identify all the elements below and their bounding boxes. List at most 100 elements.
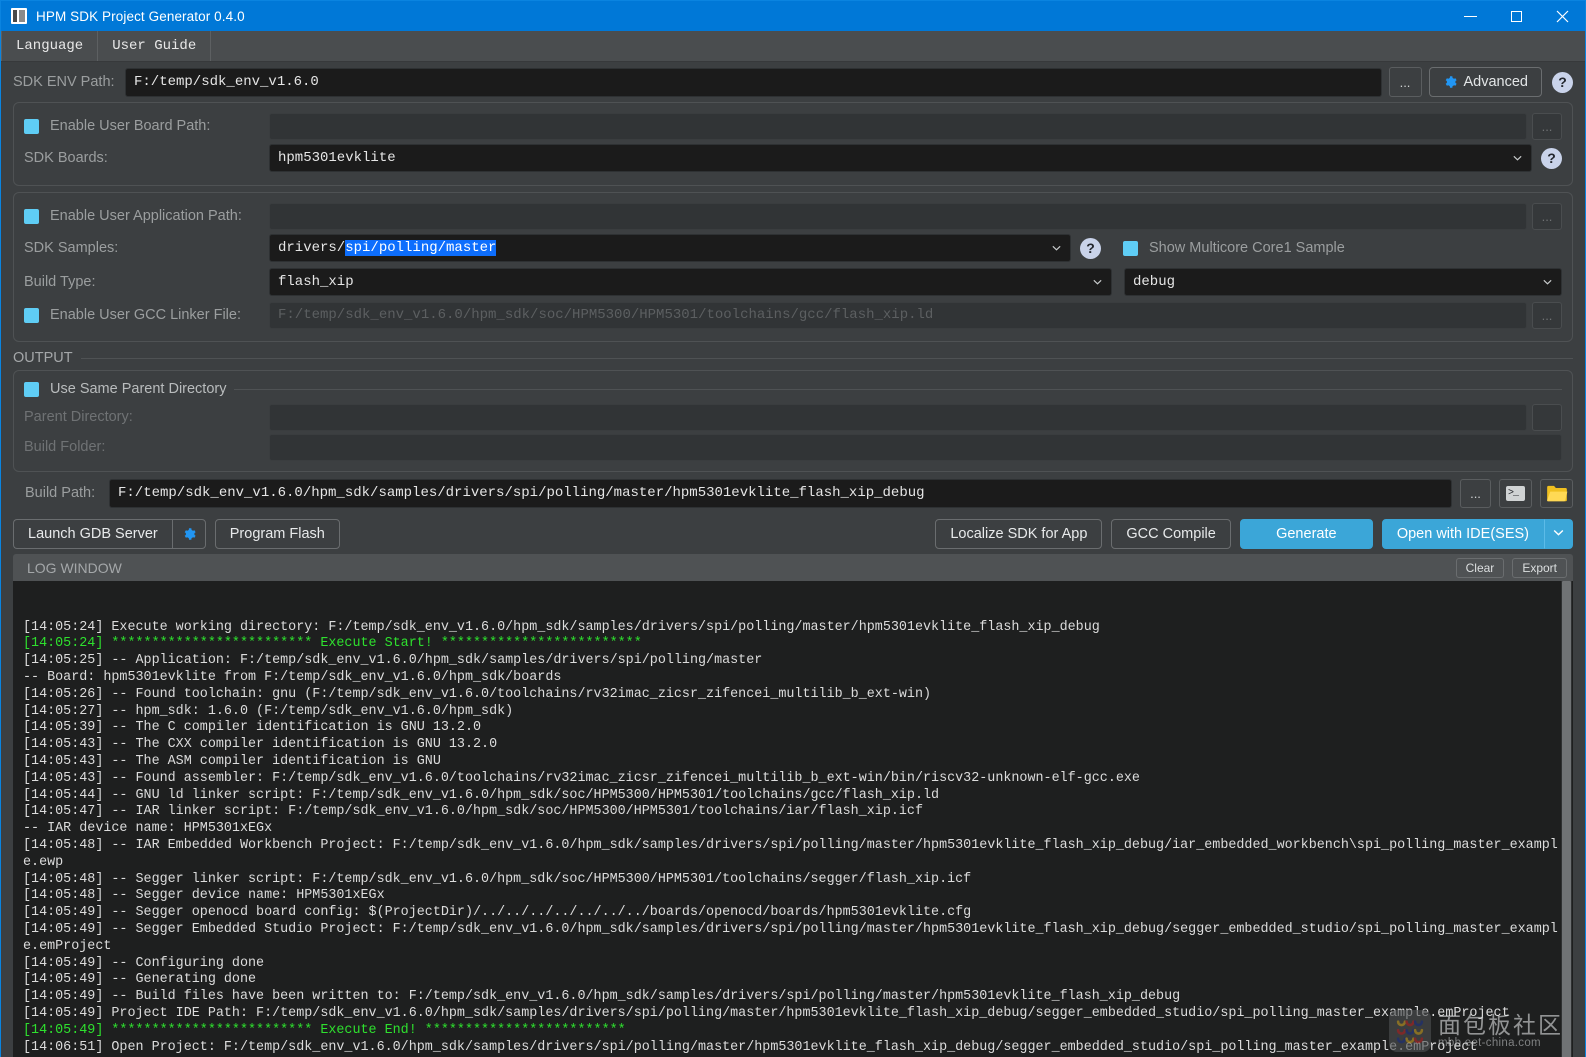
user-application-path-input[interactable] <box>269 202 1527 230</box>
sdk-samples-value-prefix: drivers/ <box>278 240 346 256</box>
build-path-terminal-button[interactable]: >_ <box>1499 478 1532 508</box>
sdk-samples-help-icon[interactable]: ? <box>1080 237 1101 259</box>
user-gcc-linker-file-browse-button[interactable]: ... <box>1532 301 1562 329</box>
close-button[interactable] <box>1539 1 1585 31</box>
enable-user-board-path-row: Enable User Board Path: ... <box>24 111 1562 141</box>
log-line: [14:05:49] -- Build files have been writ… <box>23 989 1181 1005</box>
use-same-parent-directory-divider <box>234 388 1562 390</box>
build-folder-row: Build Folder: <box>24 432 1562 462</box>
enable-user-application-path-checkbox[interactable] <box>24 208 39 224</box>
parent-directory-row: Parent Directory: <box>24 402 1562 432</box>
open-with-ide-button[interactable]: Open with IDE(SES) <box>1381 519 1544 549</box>
build-folder-input[interactable] <box>269 433 1562 461</box>
log-export-button[interactable]: Export <box>1512 557 1567 578</box>
gcc-compile-button[interactable]: GCC Compile <box>1111 519 1231 549</box>
output-section-header: OUTPUT <box>13 346 1573 370</box>
build-variant-select[interactable]: debug <box>1124 268 1562 296</box>
sdk-samples-label: SDK Samples: <box>24 240 119 256</box>
sdk-env-path-help-icon[interactable]: ? <box>1552 71 1573 93</box>
minimize-button[interactable] <box>1447 1 1493 31</box>
log-line: [14:05:48] -- IAR Embedded Workbench Pro… <box>23 837 1558 870</box>
advanced-button[interactable]: Advanced <box>1428 67 1542 97</box>
build-path-input[interactable]: F:/temp/sdk_env_v1.6.0/hpm_sdk/samples/d… <box>109 478 1452 508</box>
minimize-icon <box>1463 15 1477 17</box>
output-section-divider <box>80 357 1573 359</box>
enable-user-board-path-checkbox[interactable] <box>24 118 39 134</box>
log-scrollbar-thumb[interactable] <box>1562 581 1571 1057</box>
build-type-label: Build Type: <box>24 274 96 290</box>
enable-user-gcc-linker-file-row: Enable User GCC Linker File: F:/temp/sdk… <box>24 299 1562 331</box>
log-window-header: LOG WINDOW Clear Export <box>13 554 1573 581</box>
gdb-settings-button[interactable] <box>171 519 206 549</box>
log-line: [14:05:44] -- GNU ld linker script: F:/t… <box>23 787 940 803</box>
log-line: [14:05:24] ************************* Exe… <box>23 636 642 652</box>
open-with-ide-dropdown-button[interactable] <box>1544 519 1573 549</box>
log-line: [14:05:27] -- hpm_sdk: 1.6.0 (F:/temp/sd… <box>23 703 514 719</box>
enable-user-application-path-label: Enable User Application Path: <box>50 208 242 224</box>
program-flash-button[interactable]: Program Flash <box>214 519 340 549</box>
sdk-samples-row: SDK Samples: drivers/spi/polling/master … <box>24 231 1562 265</box>
build-type-select[interactable]: flash_xip <box>269 268 1112 296</box>
title-bar: HPM SDK Project Generator 0.4.0 <box>1 1 1585 31</box>
close-icon <box>1556 10 1569 23</box>
log-clear-button[interactable]: Clear <box>1455 557 1505 578</box>
log-line: -- IAR device name: HPM5301xEGx <box>23 821 273 837</box>
log-window-buttons: Clear Export <box>1455 557 1567 578</box>
log-line: [14:05:49] -- Generating done <box>23 972 257 988</box>
parent-directory-input[interactable] <box>269 403 1527 431</box>
log-line: -- Board: hpm5301evklite from F:/temp/sd… <box>23 669 562 685</box>
sdk-samples-select[interactable]: drivers/spi/polling/master <box>269 234 1071 262</box>
log-line: [14:06:51] Open Project: F:/temp/sdk_env… <box>23 1039 1478 1055</box>
gear-icon <box>1443 75 1457 89</box>
use-same-parent-directory-label: Use Same Parent Directory <box>50 381 227 397</box>
sdk-boards-help-icon[interactable]: ? <box>1541 147 1562 169</box>
sdk-env-path-browse-button[interactable]: ... <box>1388 67 1422 97</box>
use-same-parent-directory-checkbox[interactable] <box>24 381 39 397</box>
user-application-path-browse-button[interactable]: ... <box>1532 202 1562 230</box>
maximize-icon <box>1510 10 1522 22</box>
build-folder-label: Build Folder: <box>24 439 106 455</box>
folder-open-icon <box>1546 485 1568 502</box>
show-multicore-core1-sample-label: Show Multicore Core1 Sample <box>1149 240 1345 256</box>
enable-user-gcc-linker-file-checkbox[interactable] <box>24 307 39 323</box>
log-line: [14:05:49] Project IDE Path: F:/temp/sdk… <box>23 1005 1510 1021</box>
menu-item-user-guide[interactable]: User Guide <box>98 31 212 61</box>
parent-directory-browse-button[interactable] <box>1532 403 1562 431</box>
log-line: [14:05:25] -- Application: F:/temp/sdk_e… <box>23 653 763 669</box>
user-board-path-input[interactable] <box>269 112 1527 140</box>
sdk-env-path-row: SDK ENV Path: F:/temp/sdk_env_v1.6.0 ...… <box>9 62 1577 102</box>
output-section-label: OUTPUT <box>13 350 73 366</box>
parent-directory-label: Parent Directory: <box>24 409 133 425</box>
log-line: [14:05:39] -- The C compiler identificat… <box>23 720 482 736</box>
sdk-boards-label: SDK Boards: <box>24 150 108 166</box>
generate-button[interactable]: Generate <box>1239 519 1373 549</box>
build-path-browse-button[interactable]: ... <box>1460 478 1491 508</box>
log-output[interactable]: [14:05:24] Execute working directory: F:… <box>13 581 1573 1057</box>
menu-item-language[interactable]: Language <box>1 31 99 61</box>
menu-bar: Language User Guide <box>1 31 1585 62</box>
build-path-open-folder-button[interactable] <box>1540 478 1573 508</box>
user-board-path-browse-button[interactable]: ... <box>1532 112 1562 140</box>
chevron-down-icon <box>1092 277 1103 288</box>
chevron-down-icon <box>1051 243 1062 254</box>
show-multicore-core1-sample-checkbox[interactable] <box>1123 240 1138 256</box>
maximize-button[interactable] <box>1493 1 1539 31</box>
window-title: HPM SDK Project Generator 0.4.0 <box>36 8 245 24</box>
log-line: [14:05:24] Execute working directory: F:… <box>23 619 1100 635</box>
log-line: [14:05:48] -- Segger linker script: F:/t… <box>23 871 972 887</box>
build-path-row: Build Path: F:/temp/sdk_env_v1.6.0/hpm_s… <box>9 472 1577 514</box>
sdk-env-path-label: SDK ENV Path: <box>13 74 115 90</box>
localize-sdk-for-app-button[interactable]: Localize SDK for App <box>935 519 1103 549</box>
application-window: HPM SDK Project Generator 0.4.0 Language… <box>0 0 1586 1057</box>
user-gcc-linker-file-input[interactable]: F:/temp/sdk_env_v1.6.0/hpm_sdk/soc/HPM53… <box>269 301 1527 329</box>
log-scrollbar[interactable] <box>1561 581 1572 1057</box>
log-line: [14:05:43] -- The ASM compiler identific… <box>23 753 441 769</box>
sdk-env-path-input[interactable]: F:/temp/sdk_env_v1.6.0 <box>125 67 1382 97</box>
log-window: LOG WINDOW Clear Export [14:05:24] Execu… <box>13 554 1573 1057</box>
sdk-boards-select[interactable]: hpm5301evklite <box>269 144 1532 172</box>
use-same-parent-directory-row: Use Same Parent Directory <box>24 376 1562 402</box>
log-line: [14:05:49] -- Segger openocd board confi… <box>23 905 972 921</box>
log-line: [14:05:49] -- Configuring done <box>23 955 265 971</box>
log-line: [14:05:47] -- IAR linker script: F:/temp… <box>23 804 923 820</box>
launch-gdb-server-button[interactable]: Launch GDB Server <box>13 519 172 549</box>
